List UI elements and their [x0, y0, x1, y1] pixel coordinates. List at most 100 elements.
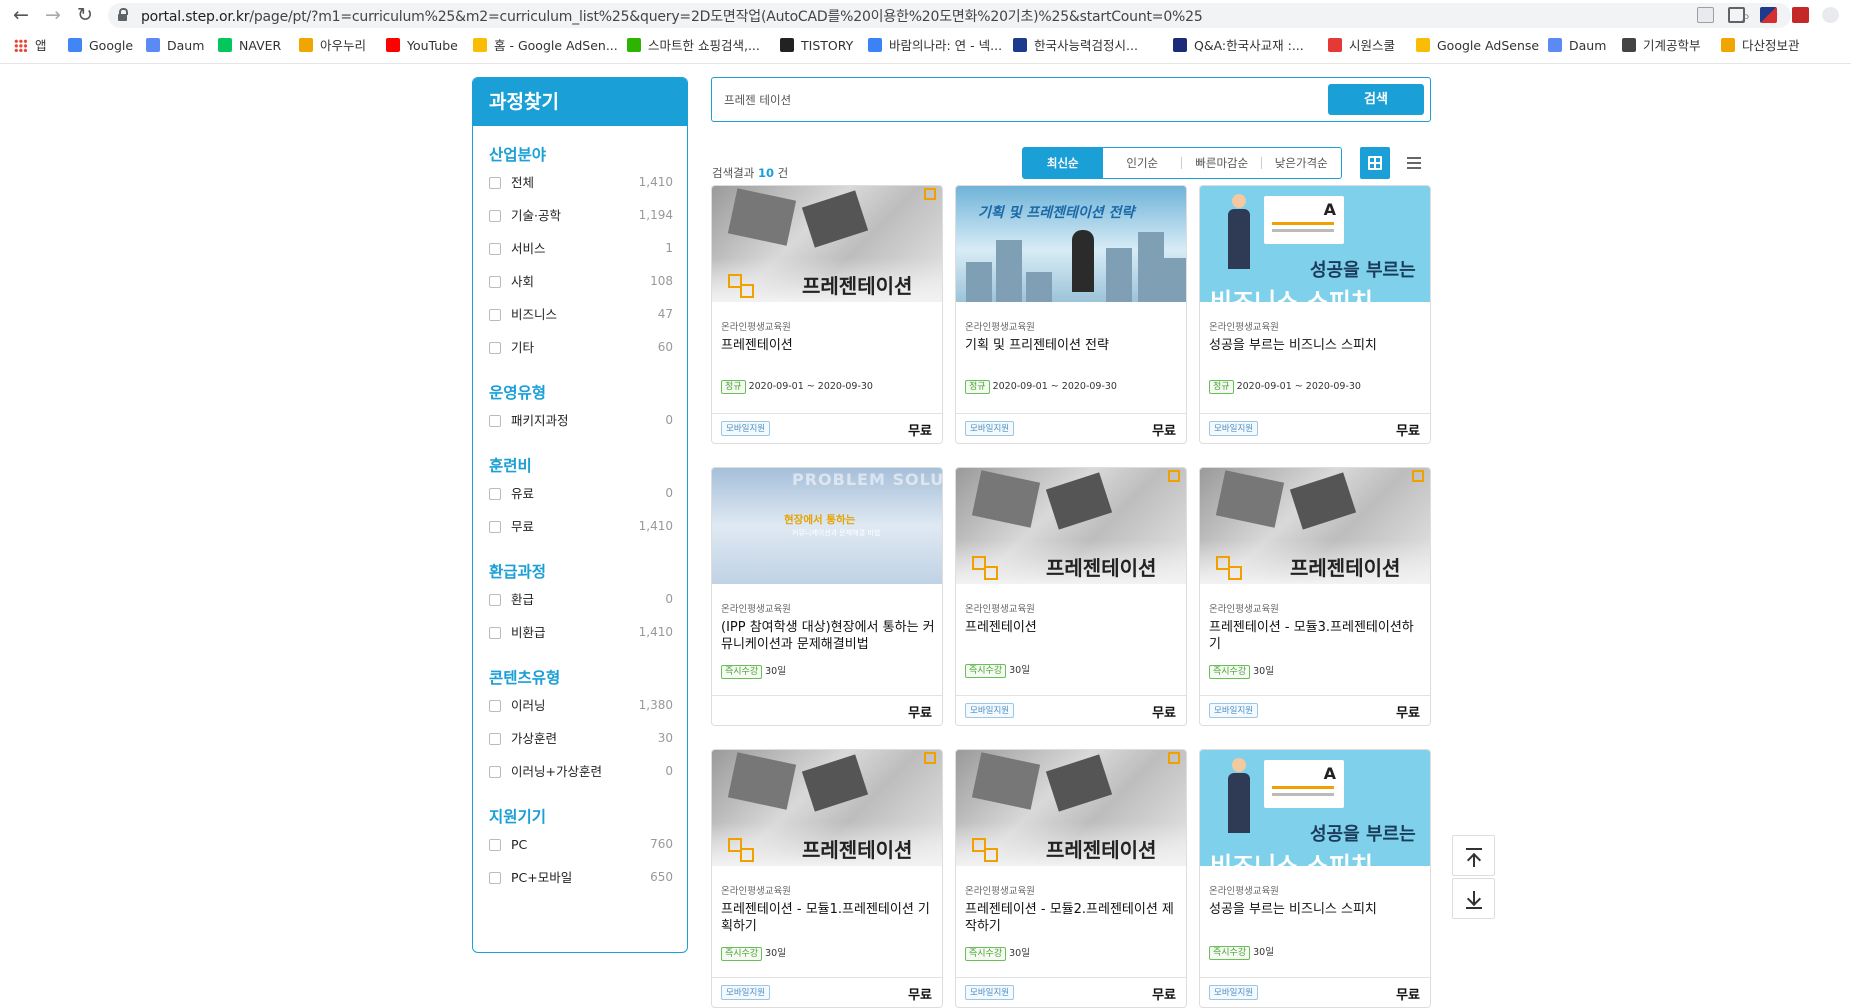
course-card[interactable]: 프레젠테이션 온라인평생교육원 프레젠테이션 - 모듈2.프레젠테이션 제작하기 즉시… — [955, 749, 1187, 1008]
extension-pdf-icon[interactable] — [1792, 7, 1809, 23]
sort-tab[interactable]: 빠른마감순 — [1182, 148, 1262, 178]
bookmark-item[interactable]: Google AdSense — [1416, 37, 1539, 55]
filter-option[interactable]: 기타 60 — [489, 331, 687, 364]
course-thumbnail[interactable]: 프레젠테이션 — [712, 186, 942, 302]
course-period: 2020-09-01 ~ 2020-09-30 — [1236, 381, 1361, 392]
search-input[interactable] — [724, 88, 1304, 112]
checkbox[interactable] — [489, 627, 501, 639]
checkbox[interactable] — [489, 243, 501, 255]
address-bar[interactable]: portal.step.or.kr/page/pt/?m1=curriculum… — [108, 3, 1791, 28]
course-title[interactable]: 기획 및 프리젠테이션 전략 — [965, 337, 1179, 354]
filter-option[interactable]: 환급 0 — [489, 583, 687, 616]
scroll-top-button[interactable] — [1452, 835, 1495, 876]
bookmark-item[interactable]: 스마트한 쇼핑검색,... — [627, 37, 760, 55]
bookmark-item[interactable]: 아우누리 — [299, 37, 366, 55]
bookmark-item[interactable]: NAVER — [218, 37, 281, 55]
list-view-button[interactable] — [1400, 147, 1430, 179]
filter-option[interactable]: 무료 1,410 — [489, 510, 687, 543]
checkbox[interactable] — [489, 177, 501, 189]
filter-option[interactable]: PC 760 — [489, 828, 687, 861]
filter-option[interactable]: 유료 0 — [489, 477, 687, 510]
course-thumbnail[interactable]: 프레젠테이션 — [1200, 468, 1430, 584]
bookmark-item[interactable]: Q&A:한국사교재 :... — [1173, 37, 1304, 55]
checkbox[interactable] — [489, 594, 501, 606]
checkbox[interactable] — [489, 733, 501, 745]
course-thumbnail[interactable]: 프레젠테이션 — [712, 750, 942, 866]
course-thumbnail[interactable]: PROBLEM SOLUTION 현장에서 통하는커뮤니케이션과 문제해결 비법 — [712, 468, 942, 584]
course-org: 온라인평생교육원 — [965, 886, 1035, 897]
bookmark-item[interactable]: Google — [68, 37, 133, 55]
url-text[interactable]: portal.step.or.kr/page/pt/?m1=curriculum… — [141, 6, 1203, 26]
filter-sections: 산업분야 전체 1,410 기술·공학 1,194 서비스 1 사회 108 비즈니스 47 기타 60… — [473, 144, 687, 894]
reload-icon[interactable]: ↻ — [73, 4, 97, 26]
bookmark-item[interactable]: 다산정보관 — [1721, 37, 1800, 55]
bookmark-item[interactable]: Daum — [146, 37, 204, 55]
checkbox[interactable] — [489, 839, 501, 851]
course-card[interactable]: 프레젠테이션 온라인평생교육원 프레젠테이션 정규 2020-09-01 ~ 2020-… — [711, 185, 943, 444]
course-title[interactable]: 성공을 부르는 비즈니스 스피치 — [1209, 901, 1423, 918]
filter-option[interactable]: 사회 108 — [489, 265, 687, 298]
filter-option[interactable]: 기술·공학 1,194 — [489, 199, 687, 232]
search-button[interactable]: 검색 — [1328, 84, 1424, 115]
course-title[interactable]: 프레젠테이션 — [721, 337, 935, 354]
course-title[interactable]: 프레젠테이션 - 모듈1.프레젠테이션 기획하기 — [721, 901, 935, 935]
checkbox[interactable] — [489, 488, 501, 500]
bookmark-item[interactable]: 기계공학부 — [1622, 37, 1701, 55]
course-title[interactable]: 프레젠테이션 - 모듈2.프레젠테이션 제작하기 — [965, 901, 1179, 935]
grid-view-button[interactable] — [1360, 147, 1390, 179]
filter-option[interactable]: 이러닝+가상훈련 0 — [489, 755, 687, 788]
filter-option[interactable]: 가상훈련 30 — [489, 722, 687, 755]
course-thumbnail[interactable]: A 성공을 부르는 비즈니스 스피치 — [1200, 750, 1430, 866]
course-thumbnail[interactable]: 프레젠테이션 — [956, 750, 1186, 866]
bookmark-item[interactable]: Daum — [1548, 37, 1606, 55]
sort-tab[interactable]: 최신순 — [1023, 148, 1103, 178]
bookmark-item[interactable]: 바람의나라: 연 - 넥... — [868, 37, 1002, 55]
filter-option[interactable]: 서비스 1 — [489, 232, 687, 265]
course-thumbnail[interactable]: A 성공을 부르는 비즈니스 스피치 — [1200, 186, 1430, 302]
sort-tab[interactable]: 인기순 — [1103, 148, 1183, 178]
course-thumbnail[interactable]: 프레젠테이션 — [956, 468, 1186, 584]
checkbox[interactable] — [489, 700, 501, 712]
course-title[interactable]: (IPP 참여학생 대상)현장에서 통하는 커뮤니케이션과 문제해결비법 — [721, 619, 935, 653]
course-card[interactable]: 프레젠테이션 온라인평생교육원 프레젠테이션 - 모듈1.프레젠테이션 기획하기 즉시… — [711, 749, 943, 1008]
course-title[interactable]: 성공을 부르는 비즈니스 스피치 — [1209, 337, 1423, 354]
scroll-bottom-button[interactable] — [1452, 878, 1495, 919]
checkbox[interactable] — [489, 309, 501, 321]
filter-option[interactable]: 비환급 1,410 — [489, 616, 687, 649]
bookmark-item[interactable]: 앱 — [14, 37, 47, 55]
checkbox[interactable] — [489, 276, 501, 288]
filter-option[interactable]: 패키지과정 0 — [489, 404, 687, 437]
extension-puzzle-icon[interactable] — [1822, 7, 1839, 23]
back-icon[interactable]: ← — [9, 4, 33, 26]
course-title[interactable]: 프레젠테이션 — [965, 619, 1179, 636]
filter-option[interactable]: PC+모바일 650 — [489, 861, 687, 894]
filter-option[interactable]: 비즈니스 47 — [489, 298, 687, 331]
course-card[interactable]: A 성공을 부르는 비즈니스 스피치 온라인평생교육원 성공을 부르는 비즈니스 스피치… — [1199, 749, 1431, 1008]
bookmark-item[interactable]: 시원스쿨 — [1328, 37, 1395, 55]
checkbox[interactable] — [489, 210, 501, 222]
filter-option[interactable]: 이러닝 1,380 — [489, 689, 687, 722]
checkbox[interactable] — [489, 872, 501, 884]
checkbox[interactable] — [489, 521, 501, 533]
forward-icon[interactable]: → — [41, 4, 65, 26]
bookmark-item[interactable]: TISTORY — [780, 37, 853, 55]
bookmark-item[interactable]: YouTube — [386, 37, 458, 55]
course-card[interactable]: A 성공을 부르는 비즈니스 스피치 온라인평생교육원 성공을 부르는 비즈니스 스피치… — [1199, 185, 1431, 444]
bookmark-item[interactable]: 한국사능력검정시... — [1013, 37, 1138, 55]
checkbox[interactable] — [489, 766, 501, 778]
extension-cast-icon[interactable] — [1697, 7, 1714, 23]
course-card[interactable]: 프레젠테이션 온라인평생교육원 프레젠테이션 - 모듈3.프레젠테이션하기 즉시수강 3… — [1199, 467, 1431, 726]
checkbox[interactable] — [489, 342, 501, 354]
extension-flag-icon[interactable] — [1760, 7, 1777, 23]
extension-screen-icon[interactable] — [1728, 7, 1745, 23]
course-card[interactable]: 프레젠테이션 온라인평생교육원 프레젠테이션 즉시수강 30일 모바일지원 무료 — [955, 467, 1187, 726]
course-card[interactable]: PROBLEM SOLUTION 현장에서 통하는커뮤니케이션과 문제해결 비법온… — [711, 467, 943, 726]
course-title[interactable]: 프레젠테이션 - 모듈3.프레젠테이션하기 — [1209, 619, 1423, 653]
course-card[interactable]: 기획 및 프레젠테이션 전략 온라인평생교육원 기획 및 프리젠테이션 전략 정규 20… — [955, 185, 1187, 444]
bookmark-item[interactable]: 홈 - Google AdSen... — [473, 37, 618, 55]
course-thumbnail[interactable]: 기획 및 프레젠테이션 전략 — [956, 186, 1186, 302]
checkbox[interactable] — [489, 415, 501, 427]
sort-tab[interactable]: 낮은가격순 — [1262, 148, 1342, 178]
status-badge: 즉시수강 — [965, 664, 1007, 678]
filter-option[interactable]: 전체 1,410 — [489, 166, 687, 199]
